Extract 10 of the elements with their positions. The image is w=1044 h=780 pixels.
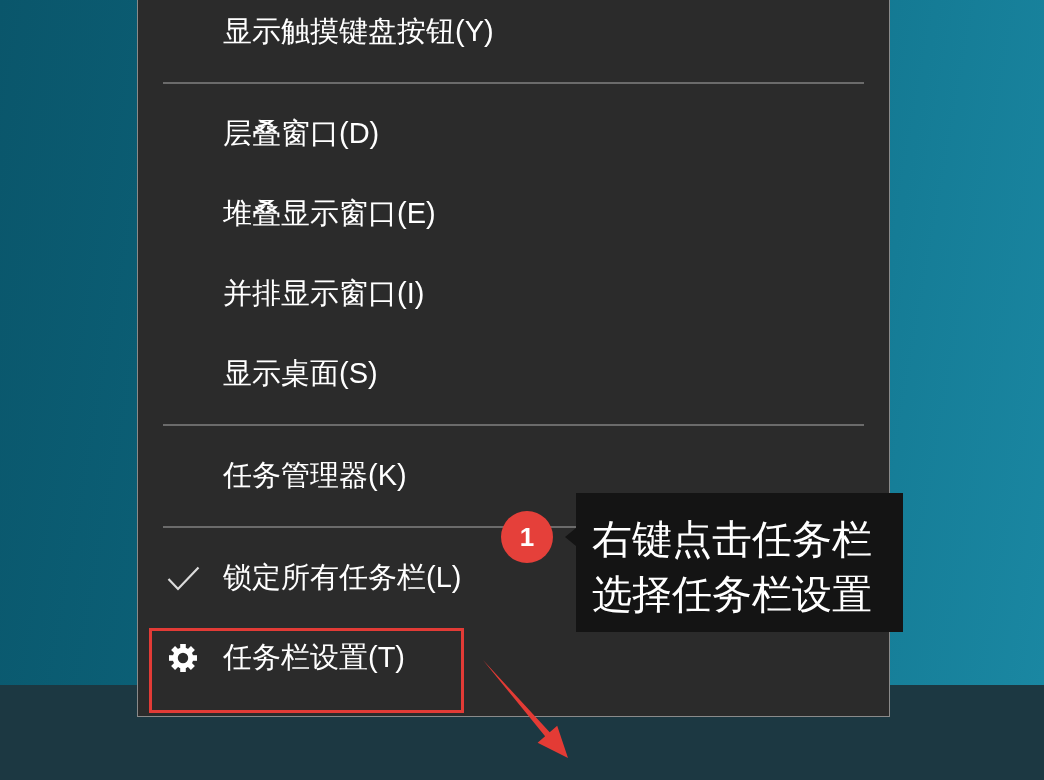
menu-item[interactable]: 显示触摸键盘按钮(Y) [166, 10, 494, 54]
menu-item[interactable]: 堆叠显示窗口(E) [166, 192, 436, 236]
menu-item[interactable]: 显示桌面(S) [166, 352, 378, 396]
settings-icon [169, 644, 197, 672]
menu-item[interactable]: 层叠窗口(D) [166, 112, 380, 156]
menu-item[interactable]: 任务管理器(K) [166, 454, 407, 498]
menu-item[interactable]: 并排显示窗口(I) [166, 272, 425, 316]
callout-text: 右键点击任务栏 [592, 516, 872, 563]
callout-text: 选择任务栏设置 [592, 571, 872, 618]
menu-item[interactable]: 任务栏设置(T) [166, 636, 406, 680]
